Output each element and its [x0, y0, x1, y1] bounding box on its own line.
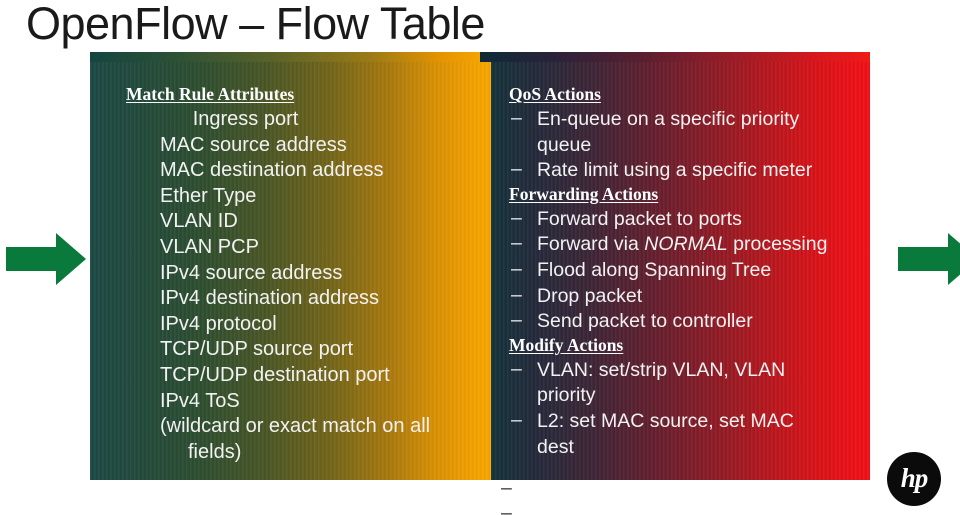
fwd-bullet-forward-to-ports: – Forward packet to ports: [499, 207, 862, 233]
fwd-bullet-normal-pre: Forward via: [537, 233, 645, 256]
fwd-bullet-normal-processing: – Forward via NORMAL processing: [499, 232, 862, 258]
mod-bullet-l2-cont: dest: [499, 435, 862, 461]
match-rule-heading: Match Rule Attributes: [126, 84, 295, 104]
mod-bullet-l2-cont-text: dest: [537, 435, 574, 458]
match-item-ether-type: Ether Type: [160, 184, 257, 207]
forwarding-actions-heading: Forwarding Actions: [509, 183, 659, 204]
match-item-ipv4-source: IPv4 source address: [160, 261, 343, 284]
match-item-mac-destination: MAC destination address: [160, 159, 384, 182]
mod-bullet-l2-text: L2: set MAC source, set MAC: [537, 409, 794, 432]
bullet-dash-icon: –: [511, 257, 522, 280]
match-note-line-2: fields): [188, 440, 242, 463]
bullet-dash-icon: –: [511, 309, 522, 332]
match-item-tcpudp-source-port: TCP/UDP source port: [160, 338, 354, 361]
qos-bullet-rate-limit: – Rate limit using a specific meter: [499, 158, 862, 184]
qos-bullet-enqueue: – En-queue on a specific priority: [499, 107, 862, 133]
flow-out-arrow-icon: [898, 233, 960, 285]
match-item-ipv4-destination: IPv4 destination address: [160, 287, 380, 310]
match-item-tcpudp-destination-port: TCP/UDP destination port: [160, 363, 390, 386]
flow-in-arrow-icon: [6, 233, 86, 285]
match-item-vlan-pcp: VLAN PCP: [160, 235, 259, 258]
hp-logo-text: hp: [900, 462, 929, 493]
fwd-bullet-drop-packet: – Drop packet: [499, 284, 862, 310]
flow-in-arrow: [6, 233, 86, 285]
bullet-dash-icon: –: [511, 107, 522, 129]
hp-logo: hp: [887, 452, 941, 506]
content-panels: Match Rule Attributes Ingress port MAC s…: [90, 62, 870, 480]
fwd-bullet-forward-to-ports-text: Forward packet to ports: [537, 207, 742, 230]
match-note-line-1: (wildcard or exact match on all: [160, 415, 431, 438]
clipped-bullet-dash-icon-2: –: [501, 502, 512, 515]
actions-body: QoS Actions – En-queue on a specific pri…: [491, 62, 870, 460]
clipped-bullets-zone: – –: [90, 480, 870, 515]
match-item-ipv4-protocol: IPv4 protocol: [160, 312, 277, 335]
fwd-bullet-normal-keyword: NORMAL: [644, 233, 728, 256]
fwd-bullet-controller-text: Send packet to controller: [537, 310, 753, 333]
flow-out-arrow: [898, 233, 960, 285]
qos-bullet-enqueue-cont-text: queue: [537, 133, 592, 156]
accent-bar-left: [90, 52, 480, 62]
bullet-dash-icon: –: [511, 232, 522, 255]
bullet-dash-icon: –: [511, 158, 522, 181]
accent-bar-right: [480, 52, 870, 62]
match-rule-body: Match Rule Attributes Ingress port MAC s…: [90, 62, 491, 465]
qos-bullet-enqueue-text: En-queue on a specific priority: [537, 108, 800, 130]
clipped-bullet-dash-icon-1: –: [501, 480, 512, 499]
accent-gradient-bar: [90, 52, 870, 62]
modify-actions-heading: Modify Actions: [509, 334, 624, 355]
fwd-bullet-normal-post: processing: [727, 233, 828, 256]
fwd-bullet-drop-text: Drop packet: [537, 284, 643, 307]
bullet-dash-icon: –: [511, 357, 522, 380]
mod-bullet-vlan: – VLAN: set/strip VLAN, VLAN: [499, 358, 862, 384]
qos-bullet-rate-limit-text: Rate limit using a specific meter: [537, 159, 813, 182]
page-title: OpenFlow – Flow Table: [26, 0, 485, 49]
mod-bullet-vlan-text: VLAN: set/strip VLAN, VLAN: [537, 358, 786, 381]
bullet-dash-icon: –: [511, 206, 522, 229]
fwd-bullet-flood-spanning-tree: – Flood along Spanning Tree: [499, 258, 862, 284]
actions-panel: QoS Actions – En-queue on a specific pri…: [491, 62, 870, 480]
slide-root: OpenFlow – Flow Table Match Rule Attribu…: [0, 0, 960, 515]
fwd-bullet-flood-text: Flood along Spanning Tree: [537, 258, 772, 281]
match-item-ipv4-tos: IPv4 ToS: [160, 389, 240, 412]
bullet-dash-icon: –: [511, 408, 522, 431]
mod-bullet-vlan-cont-text: priority: [537, 384, 596, 407]
match-item-ingress-port: Ingress port: [192, 108, 299, 130]
qos-actions-heading: QoS Actions: [509, 84, 601, 104]
mod-bullet-l2: – L2: set MAC source, set MAC: [499, 409, 862, 435]
match-rule-panel: Match Rule Attributes Ingress port MAC s…: [90, 62, 491, 480]
mod-bullet-vlan-cont: priority: [499, 383, 862, 409]
bullet-dash-icon: –: [511, 283, 522, 306]
match-item-mac-source: MAC source address: [160, 133, 347, 156]
qos-bullet-enqueue-cont: queue: [499, 133, 862, 159]
fwd-bullet-send-to-controller: – Send packet to controller: [499, 309, 862, 335]
match-item-vlan-id: VLAN ID: [160, 210, 238, 233]
